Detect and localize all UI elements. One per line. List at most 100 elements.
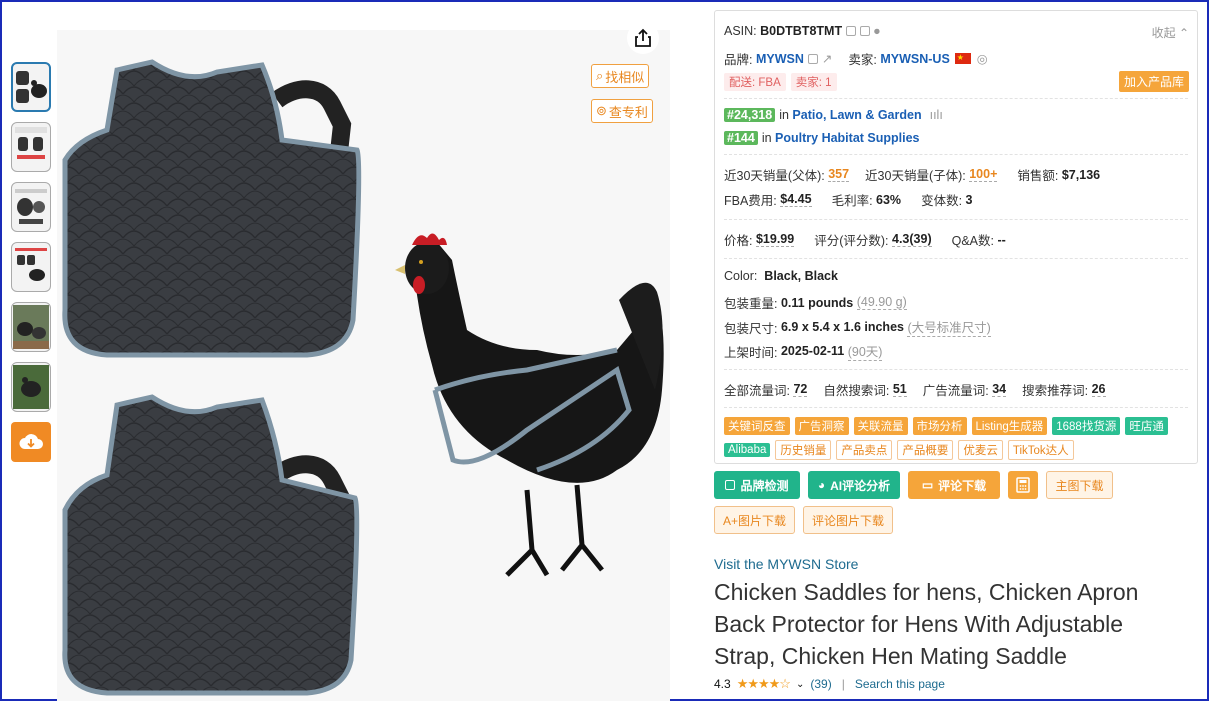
qa-label: Q&A数: <box>951 234 994 248</box>
bar-chart-icon[interactable]: ıılı <box>930 108 943 122</box>
asin-row: ASIN: B0DTBT8TMT ● <box>724 24 881 38</box>
tool-tag[interactable]: 关联流量 <box>853 417 908 435</box>
keywords-row: 全部流量词: 72 自然搜索词: 51 广告流量词: 34 搜索推荐词: 26 <box>724 380 1106 399</box>
patent-check-label: 查专利 <box>608 104 648 120</box>
share-button[interactable] <box>627 22 659 54</box>
tool-tag[interactable]: Listing生成器 <box>971 417 1048 435</box>
share-icon <box>635 28 651 47</box>
divider <box>724 98 1188 99</box>
kw-organic-label: 自然搜索词: <box>823 384 890 398</box>
chevron-down-icon[interactable]: ⌄ <box>796 679 804 690</box>
rank-subcategory-link[interactable]: Poultry Habitat Supplies <box>775 131 919 145</box>
ai-review-label: AI评论分析 <box>830 478 891 493</box>
rating-number: 4.3 <box>714 677 731 691</box>
ai-review-button[interactable]: ◕ AI评论分析 <box>808 471 900 499</box>
checkbox-icon <box>725 480 736 490</box>
calculator-icon <box>1016 477 1030 493</box>
tool-tag[interactable]: 产品卖点 <box>836 440 893 460</box>
asin-value[interactable]: B0DTBT8TMT <box>760 24 842 38</box>
kw-all-label: 全部流量词: <box>724 384 790 398</box>
rank-category-link[interactable]: Patio, Lawn & Garden <box>792 108 921 122</box>
search-icon: ⌕ <box>596 68 604 83</box>
find-similar-button[interactable]: ⌕ 找相似 <box>591 64 650 88</box>
location-icon[interactable]: ● <box>873 24 881 38</box>
add-to-library-button[interactable]: 加入产品库 <box>1118 71 1189 92</box>
size-value: 6.9 x 5.4 x 1.6 inches <box>780 320 904 334</box>
sellers-count-badge: 卖家: 1 <box>790 73 837 91</box>
tool-tag[interactable]: Alibaba <box>724 443 771 457</box>
thumbnail-3[interactable] <box>11 182 51 232</box>
patent-check-button[interactable]: ⊚ 查专利 <box>591 99 653 123</box>
thumbnail-2[interactable] <box>11 122 51 172</box>
divider <box>724 369 1188 370</box>
weight-label: 包装重量: <box>724 297 778 311</box>
thumbnail-5[interactable] <box>11 302 51 352</box>
tool-tag[interactable]: 广告洞察 <box>794 417 849 435</box>
tool-tag[interactable]: 关键词反查 <box>724 417 790 435</box>
fba-value[interactable]: $4.45 <box>780 192 812 207</box>
location-pin-icon[interactable]: ◎ <box>977 51 988 66</box>
thumbnail-6[interactable] <box>11 362 51 412</box>
seller-label: 卖家: <box>848 53 877 67</box>
tool-tag[interactable]: 历史销量 <box>775 440 832 460</box>
kw-rec-value[interactable]: 26 <box>1091 382 1106 397</box>
aplus-image-download-button[interactable]: A+图片下载 <box>714 506 795 534</box>
main-product-image[interactable]: ⌕ 找相似 ⊚ 查专利 <box>57 22 670 701</box>
weight-row: 包装重量: 0.11 pounds (49.90 g) <box>724 293 907 312</box>
listed-days: (90天) <box>847 341 883 361</box>
star-rating-icon[interactable]: ★★★★☆ <box>737 676 791 692</box>
revenue-label: 销售额: <box>1017 169 1059 183</box>
calculator-button[interactable] <box>1008 471 1038 499</box>
kw-organic-value[interactable]: 51 <box>892 382 907 397</box>
find-similar-label: 找相似 <box>605 69 645 85</box>
main-image-download-button[interactable]: 主图下载 <box>1046 471 1113 499</box>
patent-icon: ⊚ <box>596 103 607 118</box>
kw-ad-value[interactable]: 34 <box>992 382 1007 397</box>
review-download-button[interactable]: ▭ 评论下载 <box>908 471 1000 499</box>
brand-check-button[interactable]: 品牌检测 <box>714 471 800 499</box>
duplicate-icon[interactable] <box>860 26 871 36</box>
review-count-link[interactable]: (39) <box>810 677 831 691</box>
review-image-download-button[interactable]: 评论图片下载 <box>803 506 893 534</box>
listed-value: 2025-02-11 <box>780 344 845 358</box>
store-link[interactable]: Visit the MYWSN Store <box>714 556 858 572</box>
tool-tag[interactable]: 优麦云 <box>958 440 1003 460</box>
product-title: Chicken Saddles for hens, Chicken Apron … <box>714 579 1139 669</box>
separator: | <box>841 677 845 691</box>
thumbnail-1[interactable] <box>11 62 51 112</box>
sales-child-value[interactable]: 100+ <box>969 167 998 182</box>
collapse-label: 收起 <box>1151 26 1176 40</box>
sales-parent-value[interactable]: 357 <box>828 167 850 182</box>
external-link-icon[interactable]: ↗ <box>822 51 832 66</box>
copy-icon[interactable] <box>807 53 818 64</box>
kw-all-value[interactable]: 72 <box>793 382 808 397</box>
price-value[interactable]: $19.99 <box>755 232 795 247</box>
tool-tag[interactable]: TikTok达人 <box>1007 440 1074 460</box>
brand-check-label: 品牌检测 <box>740 478 789 493</box>
divider <box>724 219 1188 220</box>
revenue-value: $7,136 <box>1061 167 1101 182</box>
review-download-label: 评论下载 <box>938 478 987 493</box>
tool-tag[interactable]: 1688找货源 <box>1052 417 1121 435</box>
brand-link[interactable]: MYWSN <box>756 52 804 66</box>
china-flag-icon: ★ <box>954 53 971 64</box>
copy-icon[interactable] <box>846 26 857 36</box>
rating-value[interactable]: 4.3(39) <box>892 232 932 247</box>
divider <box>724 154 1188 155</box>
price-label: 价格: <box>724 234 753 248</box>
tool-tag[interactable]: 旺店通 <box>1125 417 1168 435</box>
seller-link[interactable]: MYWSN-US <box>880 52 949 66</box>
rating-row: 4.3 ★★★★☆ ⌄ (39) | Search this page <box>714 676 945 692</box>
rank-badge: #144 <box>724 131 758 145</box>
tool-tag[interactable]: 市场分析 <box>912 417 967 435</box>
color-label: Color: <box>724 269 758 283</box>
tool-tag[interactable]: 产品概要 <box>897 440 954 460</box>
search-this-page-link[interactable]: Search this page <box>855 677 945 691</box>
weight-grams: (49.90 g) <box>856 295 907 310</box>
download-images-button[interactable] <box>11 422 51 462</box>
fba-label: FBA费用: <box>724 194 777 208</box>
kw-ad-label: 广告流量词: <box>922 384 989 398</box>
listed-row: 上架时间: 2025-02-11 (90天) <box>724 341 883 361</box>
collapse-button[interactable]: 收起 ⌃ <box>1152 24 1189 41</box>
thumbnail-4[interactable] <box>11 242 51 292</box>
